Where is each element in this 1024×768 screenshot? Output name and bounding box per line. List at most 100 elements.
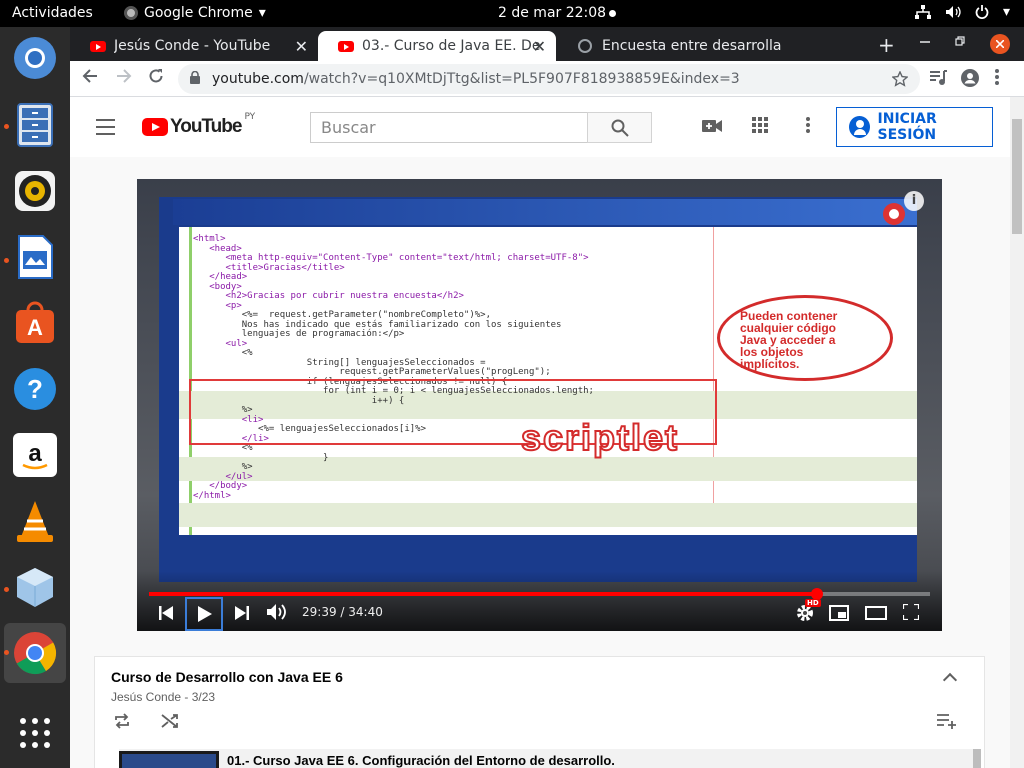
close-tab-icon[interactable]: ✕ xyxy=(295,37,308,56)
activities-button[interactable]: Actividades xyxy=(12,5,93,21)
address-bar[interactable]: youtube.com/watch?v=q10XMtDjTtg&list=PL5… xyxy=(178,64,920,94)
notification-dot xyxy=(609,9,617,17)
app-menu[interactable]: Google Chrome ▾ xyxy=(124,5,266,21)
maximize-button[interactable] xyxy=(955,35,965,50)
lock-icon xyxy=(190,71,200,84)
browser-menu-button[interactable] xyxy=(995,69,999,90)
rhythmbox-icon[interactable] xyxy=(12,168,58,214)
miniplayer-button[interactable] xyxy=(829,605,849,625)
page-scrollbar[interactable] xyxy=(1010,97,1024,768)
amazon-icon[interactable]: a xyxy=(12,432,58,478)
youtube-logo[interactable]: YouTube PY xyxy=(142,112,255,138)
help-icon[interactable]: ? xyxy=(12,366,58,412)
tab-channel[interactable]: Jesús Conde - YouTube ✕ xyxy=(70,31,318,61)
playlist-panel: Curso de Desarrollo con Java EE 6 Jesús … xyxy=(94,656,985,768)
system-tray[interactable]: ▾ xyxy=(914,4,1010,20)
more-vert-icon xyxy=(995,69,999,85)
volume-icon xyxy=(267,604,286,620)
callout-line: implícitos. xyxy=(740,357,800,371)
play-icon xyxy=(198,606,212,622)
video-player[interactable]: <html> <head> <meta http-equiv="Content-… xyxy=(137,179,942,631)
chevron-down-icon: ▾ xyxy=(1002,4,1010,20)
mute-button[interactable] xyxy=(267,603,287,625)
code-line: <ul> xyxy=(193,338,248,349)
fullscreen-icon xyxy=(901,602,921,622)
playlist-subtitle: Jesús Conde - 3/23 xyxy=(111,690,216,704)
search-button[interactable] xyxy=(587,112,652,143)
more-vert-icon xyxy=(806,117,810,133)
collapse-chevron-icon[interactable] xyxy=(942,672,958,688)
scrollbar-thumb[interactable] xyxy=(1012,119,1022,234)
playlist-title[interactable]: Curso de Desarrollo con Java EE 6 xyxy=(111,669,343,685)
show-apps-icon[interactable] xyxy=(12,710,58,756)
previous-button[interactable] xyxy=(159,605,173,624)
chrome-icon[interactable] xyxy=(12,630,58,676)
back-button[interactable] xyxy=(82,68,98,89)
youtube-favicon-icon xyxy=(90,40,106,52)
close-window-button[interactable] xyxy=(990,34,1010,54)
video-content-monitor: <html> <head> <meta http-equiv="Content-… xyxy=(159,197,917,582)
apps-grid-icon xyxy=(752,117,768,133)
next-button[interactable] xyxy=(235,605,249,624)
playlist-add-icon xyxy=(937,714,956,729)
miniplayer-icon xyxy=(829,605,849,621)
new-tab-button[interactable]: + xyxy=(878,33,895,57)
writer-icon[interactable] xyxy=(12,234,58,280)
hd-badge: HD xyxy=(805,599,821,607)
tab-title: 03.- Curso de Java EE. Des xyxy=(362,38,542,54)
theater-mode-button[interactable] xyxy=(865,605,887,624)
settings-more-button[interactable] xyxy=(806,117,810,138)
playlist-scrollbar[interactable] xyxy=(973,749,981,768)
create-video-button[interactable] xyxy=(702,117,722,138)
youtube-header: YouTube PY Buscar INICIAR SESIÓN xyxy=(70,97,1010,157)
clock[interactable]: 2 de mar 22:08 xyxy=(498,5,617,21)
box-icon[interactable] xyxy=(12,564,58,610)
minimize-button[interactable] xyxy=(920,32,930,50)
code-line: <html> xyxy=(193,234,226,244)
theater-icon xyxy=(865,606,887,620)
url-path: /watch?v=q10XMtDjTtg&list=PL5F907F818938… xyxy=(303,71,740,87)
youtube-favicon-icon xyxy=(338,40,354,52)
network-icon xyxy=(914,5,931,19)
software-center-icon[interactable]: A xyxy=(12,300,58,346)
settings-button[interactable]: HD xyxy=(795,599,821,627)
chrome-icon xyxy=(124,6,138,20)
loop-button[interactable] xyxy=(113,713,131,734)
save-playlist-button[interactable] xyxy=(937,713,957,734)
chromium-icon[interactable] xyxy=(12,35,58,81)
playlist-item-title: 01.- Curso Java EE 6. Configuración del … xyxy=(227,753,615,768)
code-line: <title>Gracias</title> xyxy=(193,262,345,273)
forward-button[interactable] xyxy=(116,68,132,89)
video-camera-add-icon xyxy=(702,120,722,132)
playlist-item[interactable]: 01.- Curso Java EE 6. Configuración del … xyxy=(119,749,981,768)
info-card-button[interactable]: i xyxy=(904,191,924,211)
hamburger-menu-icon[interactable] xyxy=(96,119,115,140)
fullscreen-button[interactable] xyxy=(901,602,921,624)
slide-header-bar xyxy=(173,199,917,225)
browser-toolbar: youtube.com/watch?v=q10XMtDjTtg&list=PL5… xyxy=(70,61,1024,97)
vlc-icon[interactable] xyxy=(12,498,58,544)
progress-bar[interactable] xyxy=(149,588,930,600)
media-controls-button[interactable] xyxy=(930,70,948,91)
profile-button[interactable] xyxy=(960,68,980,93)
tab-title: Encuesta entre desarrolla xyxy=(602,38,782,54)
sign-in-button[interactable]: INICIAR SESIÓN xyxy=(836,107,993,147)
restore-icon xyxy=(955,36,965,46)
shuffle-button[interactable] xyxy=(161,713,179,734)
play-button[interactable] xyxy=(185,597,223,631)
reload-button[interactable] xyxy=(148,68,164,89)
youtube-page: YouTube PY Buscar INICIAR SESIÓN <html> … xyxy=(70,97,1024,768)
apps-button[interactable] xyxy=(752,117,768,138)
tab-title: Jesús Conde - YouTube xyxy=(114,38,271,54)
search-input[interactable]: Buscar xyxy=(310,112,588,143)
tab-video-active[interactable]: 03.- Curso de Java EE. Des ✕ xyxy=(318,31,556,61)
files-icon[interactable] xyxy=(12,102,58,148)
playlist-music-icon xyxy=(930,70,947,85)
tab-survey[interactable]: Encuesta entre desarrolla xyxy=(558,31,798,61)
controls-gradient xyxy=(137,571,942,631)
close-tab-icon[interactable]: ✕ xyxy=(533,37,546,56)
bookmark-star-icon[interactable] xyxy=(892,71,908,87)
svg-text:A: A xyxy=(27,315,43,340)
callout-bubble: Pueden contener cualquier código Java y … xyxy=(717,295,893,381)
scriptlet-banner: scriptlet xyxy=(520,416,680,459)
